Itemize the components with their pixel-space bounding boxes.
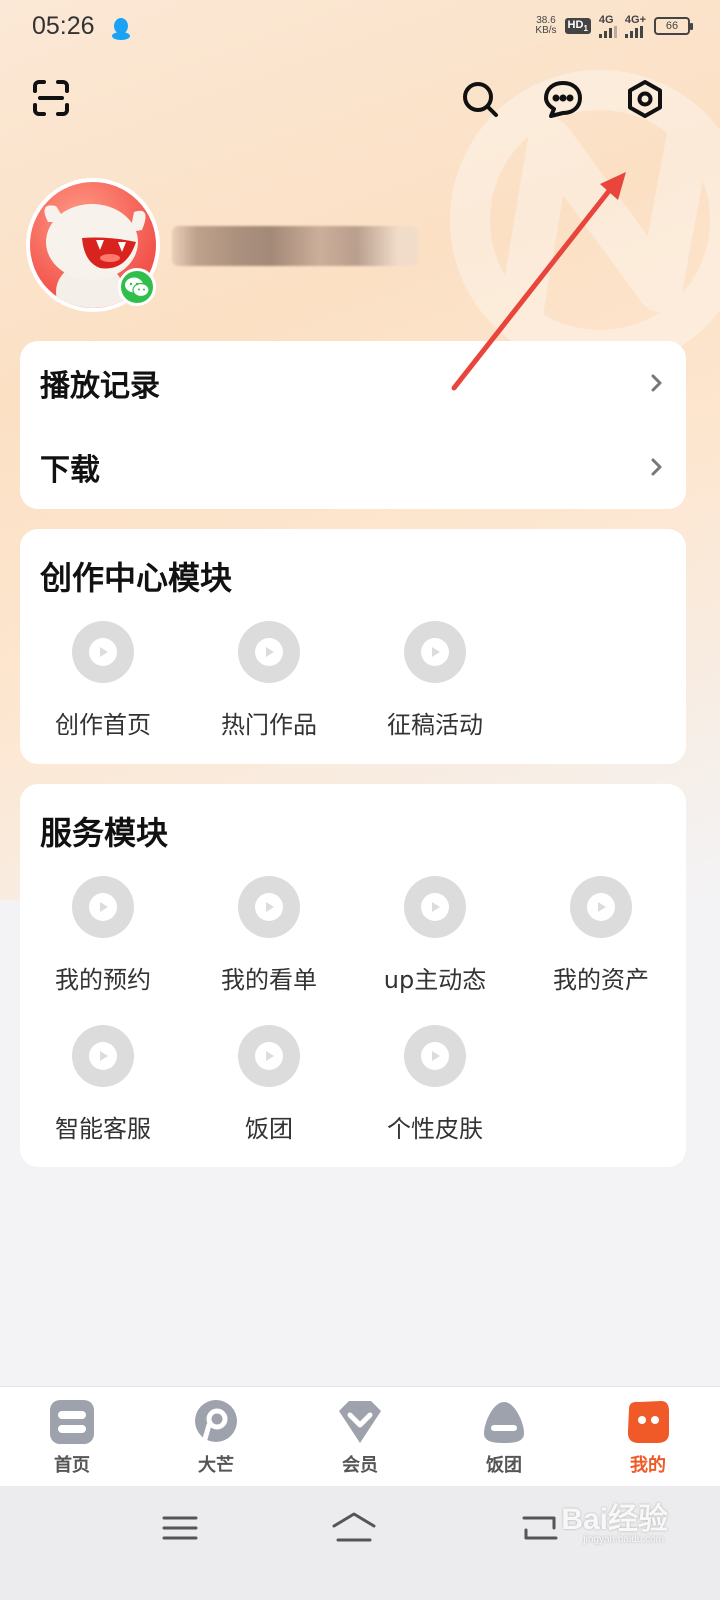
play-icon [404, 1025, 466, 1087]
grid-item-reservations[interactable]: 我的预约 [20, 876, 186, 995]
annotation-arrow [451, 172, 626, 391]
menu-icon[interactable] [156, 1510, 204, 1546]
baidu-watermark: Bai经验 [561, 1503, 668, 1536]
username-blurred[interactable] [172, 226, 418, 266]
service-module-title: 服务模块 [40, 814, 169, 852]
play-icon [570, 876, 632, 938]
nav-item-fantuan[interactable]: 饭团 [432, 1387, 576, 1486]
service-module-card: 服务模块 我的预约 我的看单 up主动态 我的资产 智能客服 饭团 个性皮肤 [20, 784, 686, 1167]
vip-icon [337, 1399, 383, 1445]
chevron-right-icon [651, 458, 662, 476]
grid-item-contest[interactable]: 征稿活动 [352, 621, 518, 740]
qq-notification-icon [112, 18, 130, 40]
grid-item-up-feed[interactable]: up主动态 [352, 876, 518, 995]
status-time: 05:26 [32, 12, 95, 40]
fantuan-icon [481, 1399, 527, 1445]
creation-module-title: 创作中心模块 [40, 559, 233, 597]
play-icon [238, 1025, 300, 1087]
play-icon [238, 876, 300, 938]
play-icon [72, 621, 134, 683]
nav-item-damang[interactable]: 大芒 [144, 1387, 288, 1486]
play-icon [72, 1025, 134, 1087]
play-icon [404, 876, 466, 938]
grid-item-support[interactable]: 智能客服 [20, 1025, 186, 1144]
nav-item-vip[interactable]: 会员 [288, 1387, 432, 1486]
message-icon[interactable] [541, 77, 585, 121]
list-item-download[interactable]: 下载 [40, 425, 666, 509]
back-icon[interactable] [516, 1510, 564, 1546]
battery-indicator: 66 [654, 17, 693, 35]
me-icon [625, 1399, 671, 1445]
home-button-icon[interactable] [330, 1510, 378, 1546]
chevron-right-icon [651, 374, 662, 392]
settings-icon[interactable] [623, 77, 667, 121]
grid-item-watchlist[interactable]: 我的看单 [186, 876, 352, 995]
damang-icon [193, 1399, 239, 1445]
wechat-icon [118, 268, 156, 306]
play-icon [404, 621, 466, 683]
grid-item-assets[interactable]: 我的资产 [518, 876, 684, 995]
search-icon[interactable] [458, 77, 502, 121]
hd-voice-badge: HD1 [564, 17, 591, 35]
grid-item-fantuan[interactable]: 饭团 [186, 1025, 352, 1144]
scan-icon[interactable] [29, 76, 73, 120]
grid-item-skins[interactable]: 个性皮肤 [352, 1025, 518, 1144]
grid-item-creation-home[interactable]: 创作首页 [20, 621, 186, 740]
signal-4g-plus: 4G+ [624, 14, 646, 38]
network-speed: 38.6 KB/s [535, 15, 557, 36]
nav-item-home[interactable]: 首页 [0, 1387, 144, 1486]
signal-4g: 4G [598, 14, 617, 38]
status-icons: 38.6 KB/s HD1 4G 4G+ 66 [535, 14, 693, 38]
download-label: 下载 [40, 453, 100, 488]
bottom-navigation: 首页 大芒 会员 饭团 我的 [0, 1386, 720, 1486]
home-icon [49, 1399, 95, 1445]
nav-item-me[interactable]: 我的 [576, 1387, 720, 1486]
baidu-watermark-url: jingyan.baidu.com [583, 1534, 664, 1545]
history-label: 播放记录 [40, 369, 160, 404]
play-icon [238, 621, 300, 683]
play-icon [72, 876, 134, 938]
grid-item-hot-works[interactable]: 热门作品 [186, 621, 352, 740]
creation-module-card: 创作中心模块 创作首页 热门作品 征稿活动 [20, 529, 686, 764]
